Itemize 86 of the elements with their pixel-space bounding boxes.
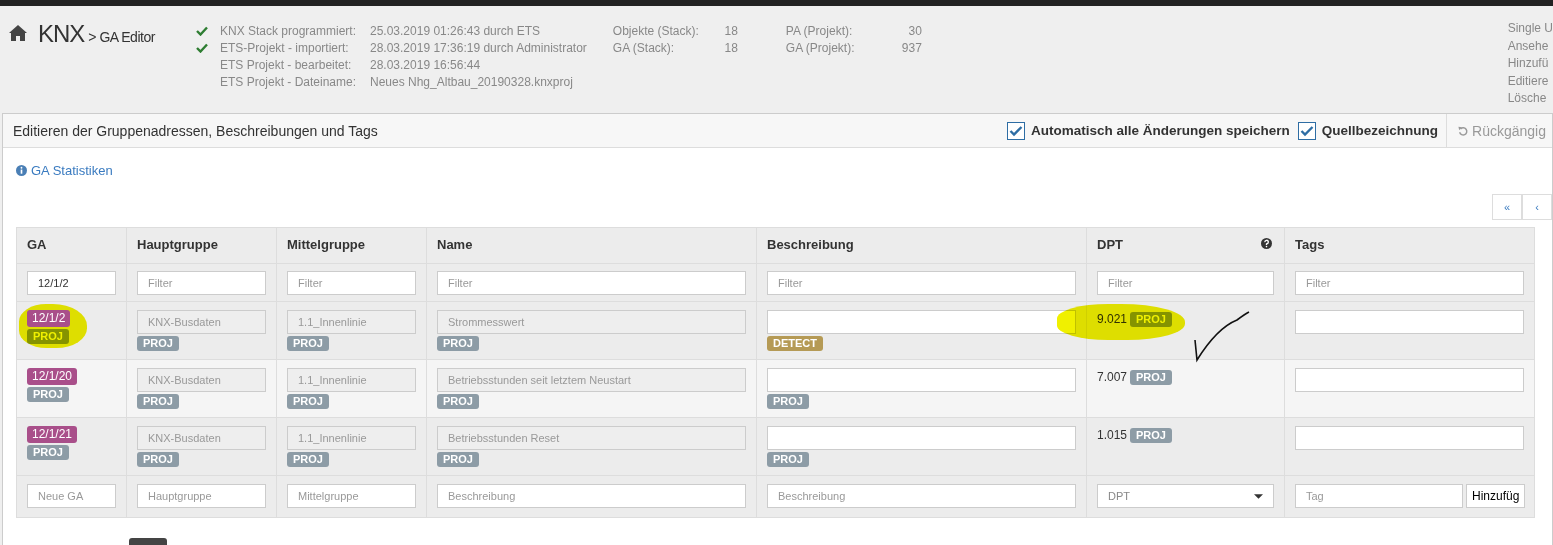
source-badge: PROJ [437,336,479,351]
info-icon [16,164,27,176]
app-title: KNX [38,20,85,48]
address-tag: 12/1/2 [27,310,71,327]
checkbox-label: Automatisch alle Änderungen speichern [1030,123,1290,138]
undo-icon [1458,124,1469,137]
menu-link[interactable]: Ansehe [1507,37,1553,55]
button-edge[interactable] [129,538,167,545]
dpt-select[interactable]: DPT [1097,484,1274,508]
menu-link[interactable]: Lösche [1507,90,1553,108]
status-value: 28.03.2019 17:36:19 durch Administrator [370,40,587,56]
source-badge: PROJ [767,452,809,467]
source-badge: PROJ [137,336,179,351]
page-subtitle: > GA Editor [88,29,155,45]
menu-link[interactable]: Hinzufü [1507,55,1553,73]
stat-label: Objekte (Stack): [612,23,700,40]
tags-field[interactable] [1295,368,1524,392]
pagination-button[interactable]: « [1492,194,1522,220]
source-badge: PROJ [287,336,329,351]
new-entry-field[interactable]: Beschreibung [767,484,1076,508]
checkbox[interactable] [1006,121,1025,140]
filter-field[interactable]: Filter [1097,271,1274,295]
stat-label: PA (Projekt): [785,23,854,40]
stat-value: 937 [900,40,922,57]
help-icon[interactable] [1261,238,1272,249]
tags-field[interactable] [1295,426,1524,450]
dpt-value: 9.021 [1097,312,1128,326]
home-icon[interactable] [8,24,28,42]
source-badge: PROJ [437,394,479,409]
filter-field[interactable]: 12/1/2 [27,271,116,295]
filter-field[interactable]: Filter [767,271,1076,295]
address-tag: 12/1/21 [27,426,78,443]
source-badge: PROJ [1130,370,1172,385]
status-label: ETS Projekt - Dateiname: [220,74,358,90]
filter-field[interactable]: Filter [287,271,416,295]
filter-field[interactable]: Filter [137,271,266,295]
new-entry-field[interactable]: Hauptgruppe [137,484,266,508]
dpt-value: 7.007 [1097,370,1128,384]
status-label: KNX Stack programmiert: [220,23,358,39]
stat-value: 30 [907,23,922,40]
menu-link[interactable]: Editiere [1507,72,1553,90]
statistics-link[interactable]: GA Statistiken [31,162,113,178]
tag-field[interactable]: Tag [1295,484,1463,508]
source-badge: PROJ [287,394,329,409]
description-field[interactable] [767,368,1076,392]
source-badge: PROJ [137,394,179,409]
stat-value: 18 [723,23,738,40]
source-badge: PROJ [27,445,69,460]
column-header: Beschreibung [767,237,854,252]
dpt-value: 1.015 [1097,428,1128,442]
new-entry-field[interactable]: Neue GA [27,484,116,508]
stat-value: 18 [723,40,738,57]
source-badge: PROJ [767,394,809,409]
source-badge: PROJ [137,452,179,467]
address-tag: 12/1/20 [27,368,78,385]
panel-title: Editieren der Gruppenadressen, Beschreibungen und Tags [12,122,379,139]
column-header: Mittelgruppe [287,237,365,252]
source-badge: PROJ [27,387,69,402]
filter-field[interactable]: Filter [1295,271,1524,295]
tags-field[interactable] [1295,310,1524,334]
checkbox-label: Quellbezeichnung [1321,123,1438,138]
source-badge: DETECT [767,336,823,351]
add-button[interactable]: Hinzufüg [1466,484,1526,508]
source-badge: PROJ [1130,428,1172,443]
new-entry-field[interactable]: Beschreibung [437,484,746,508]
caret-icon [1254,493,1263,499]
status-value: 28.03.2019 16:56:44 [370,57,482,73]
status-label: ETS Projekt - bearbeitet: [220,57,353,73]
description-field[interactable] [767,426,1076,450]
status-value: 25.03.2019 01:26:43 durch ETS [370,23,542,39]
column-header: Tags [1295,237,1325,252]
checkbox[interactable] [1297,121,1316,140]
source-badge: PROJ [437,452,479,467]
column-header: DPT [1097,237,1123,252]
source-badge: PROJ [287,452,329,467]
column-header: Hauptgruppe [137,237,218,252]
status-label: ETS-Projekt - importiert: [220,40,350,56]
new-entry-field[interactable]: Mittelgruppe [287,484,416,508]
column-header: Name [437,237,473,252]
filter-field[interactable]: Filter [437,271,746,295]
stat-label: GA (Projekt): [785,40,856,57]
column-header: GA [27,237,47,252]
menu-link[interactable]: Single U [1507,20,1553,38]
pagination-button[interactable]: ‹ [1522,194,1552,220]
stat-label: GA (Stack): [612,40,676,57]
status-value: Neues Nhg_Altbau_20190328.knxproj [370,74,574,90]
